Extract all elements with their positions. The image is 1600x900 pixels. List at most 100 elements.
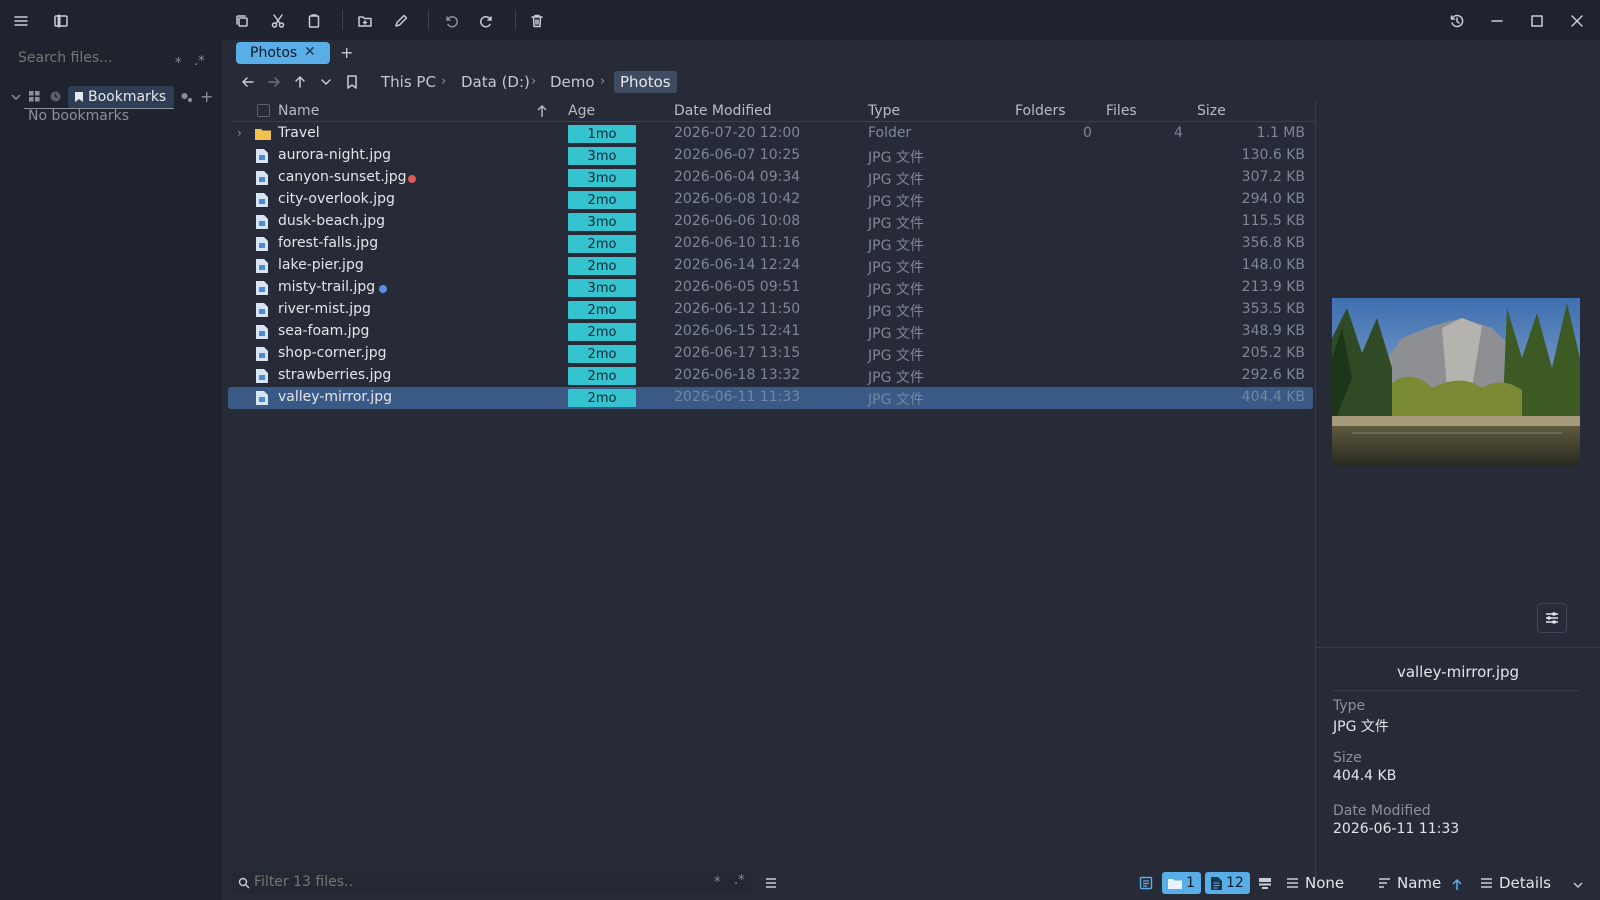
image-file-icon xyxy=(256,325,268,339)
column-size[interactable]: Size xyxy=(1197,103,1226,119)
folder-row[interactable]: › Travel 1mo 2026-07-20 12:00 Folder 0 4… xyxy=(228,123,1313,145)
age-badge: 3mo xyxy=(568,279,636,297)
file-size: 348.9 KB xyxy=(1241,323,1305,339)
sort-icon xyxy=(1379,878,1390,888)
bookmarks-tab[interactable]: Bookmarks xyxy=(68,86,175,108)
file-row[interactable]: shop-corner.jpg 2mo 2026-06-17 13:15 JPG… xyxy=(228,343,1313,365)
back-icon[interactable] xyxy=(240,74,256,90)
toolbar-divider xyxy=(342,10,343,30)
filter-input[interactable] xyxy=(254,874,694,890)
file-count: 12 xyxy=(1226,875,1244,891)
sort-by-label: Name xyxy=(1397,874,1442,892)
maximize-icon[interactable] xyxy=(1528,12,1546,30)
cut-icon[interactable] xyxy=(269,12,287,30)
menu-icon[interactable] xyxy=(12,12,30,30)
add-bookmark-icon[interactable]: + xyxy=(200,87,213,106)
grid-view-icon[interactable] xyxy=(28,90,41,103)
redo-icon[interactable] xyxy=(478,12,496,30)
sort-by-button[interactable]: Name xyxy=(1378,874,1441,892)
file-type: JPG 文件 xyxy=(868,304,924,320)
folder-icon xyxy=(255,129,271,140)
file-row[interactable]: river-mist.jpg 2mo 2026-06-12 11:50 JPG … xyxy=(228,299,1313,321)
selection-mode-icon[interactable] xyxy=(1139,876,1153,890)
search-files-input[interactable] xyxy=(18,50,168,66)
sort-ascending-icon[interactable] xyxy=(536,104,548,118)
group-by-button[interactable]: None xyxy=(1286,874,1344,892)
rename-icon[interactable] xyxy=(392,12,410,30)
preview-settings-button[interactable] xyxy=(1537,603,1567,633)
column-folders[interactable]: Folders xyxy=(1015,103,1066,119)
breadcrumb-item[interactable]: This PC xyxy=(381,73,436,91)
preview-date-label: Date Modified xyxy=(1333,803,1431,819)
list-options-icon[interactable] xyxy=(764,877,778,889)
file-row[interactable]: misty-trail.jpg 3mo 2026-06-05 09:51 JPG… xyxy=(228,277,1313,299)
file-count-badge[interactable]: 12 xyxy=(1205,872,1250,894)
toggle-sidebar-icon[interactable] xyxy=(52,12,70,30)
age-badge: 2mo xyxy=(568,235,636,253)
column-files[interactable]: Files xyxy=(1106,103,1137,119)
file-size: 294.0 KB xyxy=(1241,191,1305,207)
file-row[interactable]: forest-falls.jpg 2mo 2026-06-10 11:16 JP… xyxy=(228,233,1313,255)
view-mode-label: Details xyxy=(1499,874,1552,892)
history-icon[interactable] xyxy=(1448,12,1466,30)
file-row[interactable]: lake-pier.jpg 2mo 2026-06-14 12:24 JPG 文… xyxy=(228,255,1313,277)
file-row[interactable]: aurora-night.jpg 3mo 2026-06-07 10:25 JP… xyxy=(228,145,1313,167)
view-mode-button[interactable]: Details xyxy=(1480,874,1551,892)
breadcrumb-item[interactable]: Demo xyxy=(550,73,595,91)
file-name: valley-mirror.jpg xyxy=(278,389,392,405)
file-name: forest-falls.jpg xyxy=(278,235,379,251)
column-type[interactable]: Type xyxy=(868,103,900,119)
chevron-right-icon: › xyxy=(531,74,537,89)
paste-icon[interactable] xyxy=(305,12,323,30)
forward-icon[interactable] xyxy=(266,74,282,90)
file-size: 353.5 KB xyxy=(1241,301,1305,317)
file-row[interactable]: dusk-beach.jpg 3mo 2026-06-06 10:08 JPG … xyxy=(228,211,1313,233)
file-type: JPG 文件 xyxy=(868,238,924,254)
close-window-icon[interactable] xyxy=(1568,12,1586,30)
chevron-right-icon: › xyxy=(441,74,447,89)
age-badge: 2mo xyxy=(568,301,636,319)
new-tab-button[interactable]: + xyxy=(340,43,353,62)
column-date-modified[interactable]: Date Modified xyxy=(674,103,772,119)
file-row[interactable]: canyon-sunset.jpg 3mo 2026-06-04 09:34 J… xyxy=(228,167,1313,189)
recent-icon[interactable] xyxy=(49,90,62,103)
copy-icon[interactable] xyxy=(233,12,251,30)
preview-toggle-icon[interactable] xyxy=(1258,877,1272,890)
filter-regex-toggle[interactable]: .* xyxy=(734,873,745,888)
new-folder-icon[interactable] xyxy=(356,12,374,30)
file-type: JPG 文件 xyxy=(868,150,924,166)
filter-wildcard-toggle[interactable]: * xyxy=(714,875,721,890)
bookmark-location-icon[interactable] xyxy=(344,74,360,90)
undo-icon[interactable] xyxy=(442,12,460,30)
breadcrumb-item[interactable]: Data (D:) xyxy=(461,73,530,91)
file-icon xyxy=(1211,876,1222,890)
file-row[interactable]: city-overlook.jpg 2mo 2026-06-08 10:42 J… xyxy=(228,189,1313,211)
chevron-down-icon[interactable] xyxy=(10,91,22,103)
manage-bookmarks-icon[interactable] xyxy=(180,91,193,103)
delete-icon[interactable] xyxy=(528,12,546,30)
search-regex-toggle[interactable]: .* xyxy=(194,54,205,69)
file-name: Travel xyxy=(278,125,320,141)
minimize-icon[interactable] xyxy=(1488,12,1506,30)
breadcrumb-current[interactable]: Photos xyxy=(614,71,677,93)
history-dropdown-icon[interactable] xyxy=(318,74,334,90)
file-row[interactable]: sea-foam.jpg 2mo 2026-06-15 12:41 JPG 文件… xyxy=(228,321,1313,343)
up-icon[interactable] xyxy=(292,74,308,90)
folder-count-badge[interactable]: 1 xyxy=(1162,872,1201,894)
column-name[interactable]: Name xyxy=(278,103,319,119)
chevron-right-icon[interactable]: › xyxy=(237,126,242,140)
tab-photos[interactable]: Photos ✕ xyxy=(236,42,330,64)
file-type: JPG 文件 xyxy=(868,392,924,408)
tab-close-icon[interactable]: ✕ xyxy=(304,44,316,60)
column-age[interactable]: Age xyxy=(568,103,595,119)
search-wildcard-toggle[interactable]: * xyxy=(175,56,182,71)
image-file-icon xyxy=(256,391,268,405)
sort-direction-icon[interactable] xyxy=(1451,878,1463,891)
select-all-checkbox[interactable] xyxy=(257,104,270,117)
chevron-down-icon[interactable] xyxy=(1572,880,1584,890)
image-file-icon xyxy=(256,215,268,229)
bookmarks-label: Bookmarks xyxy=(88,89,167,105)
file-row[interactable]: strawberries.jpg 2mo 2026-06-18 13:32 JP… xyxy=(228,365,1313,387)
file-row-selected[interactable]: valley-mirror.jpg 2mo 2026-06-11 11:33 J… xyxy=(228,387,1313,409)
preview-type-label: Type xyxy=(1333,698,1366,714)
